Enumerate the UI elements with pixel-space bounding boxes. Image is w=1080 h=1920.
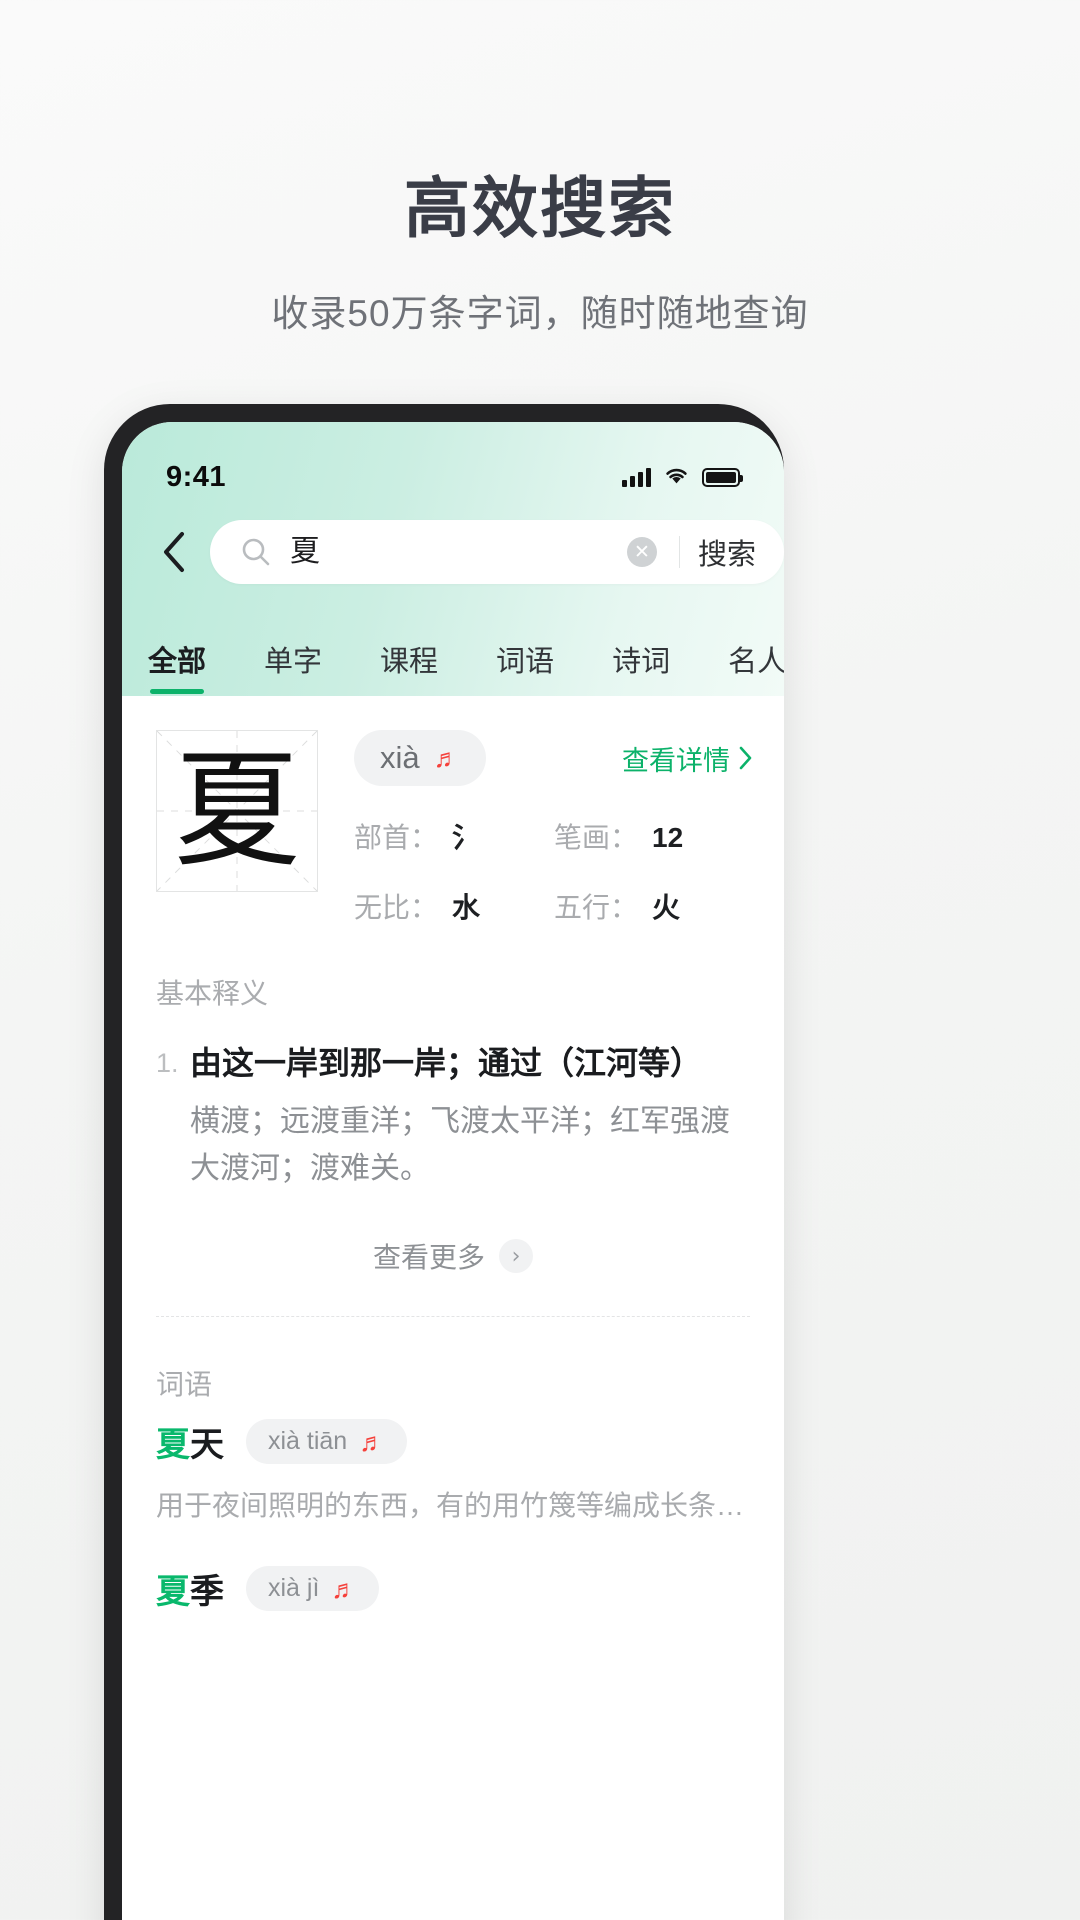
phone-frame: 9:41 夏 ✕ 搜索 全部 单字 课程 词语 诗词 名人 夏 xià ♬ 查看… [104, 404, 784, 1920]
tab-all[interactable]: 全部 [148, 638, 206, 696]
search-bar: 夏 ✕ 搜索 [122, 510, 784, 610]
chevron-right-icon: › [499, 1239, 533, 1274]
word-pinyin-chip[interactable]: xià jì ♬ [246, 1566, 380, 1612]
definition-item: 1. 由这一岸到那一岸；通过（江河等） 横渡；远渡重洋；飞渡太平洋；红军强渡大渡… [122, 1012, 784, 1192]
attribute-label: 部首： [354, 822, 439, 853]
attribute-value: 水 [452, 892, 481, 923]
definition-body: 由这一岸到那一岸；通过（江河等） 横渡；远渡重洋；飞渡太平洋；红军强渡大渡河；渡… [190, 1042, 750, 1192]
view-more-label: 查看更多 [372, 1242, 485, 1274]
search-icon [240, 536, 272, 568]
attribute-value: 氵 [452, 822, 481, 853]
page-title: 高效搜索 [404, 171, 676, 245]
attribute-wuxing: 五行： 火 [554, 886, 754, 926]
view-detail-link[interactable]: 查看详情 [622, 739, 754, 778]
attribute-label: 五行： [554, 892, 639, 923]
word-text: 夏天 [156, 1417, 224, 1466]
character-grid-box: 夏 [156, 730, 318, 892]
speaker-icon[interactable]: ♬ [331, 1576, 357, 1602]
search-results: 夏 xià ♬ 查看详情 部首： 氵 笔画： 12 无比： 水 五行： 火 基本… [122, 696, 784, 1616]
search-submit-button[interactable]: 搜索 [698, 531, 770, 573]
word-pinyin-text: xià tiān [268, 1427, 348, 1456]
definition-number: 1. [156, 1048, 179, 1078]
words-section-title: 词语 [156, 1369, 213, 1401]
character-info: xià ♬ 查看详情 部首： 氵 笔画： 12 无比： 水 五行： 火 [318, 730, 754, 926]
word-highlight: 夏 [156, 1573, 190, 1612]
attribute-wubi: 无比： 水 [354, 886, 554, 926]
search-divider [678, 536, 680, 568]
character-glyph: 夏 [174, 737, 300, 884]
attribute-value: 火 [652, 892, 681, 923]
pinyin-text: xià [380, 740, 420, 775]
word-description: 用于夜间照明的东西，有的用竹篾等编成长条，有… [156, 1490, 750, 1522]
word-text: 夏季 [156, 1564, 224, 1613]
tab-quotes[interactable]: 名人名言 [728, 638, 784, 696]
tab-poetry[interactable]: 诗词 [612, 638, 670, 696]
page-subtitle: 收录50万条字词，随时随地查询 [271, 292, 809, 334]
character-info-top: xià ♬ 查看详情 [354, 730, 754, 786]
word-header: 夏季 xià jì ♬ [156, 1550, 750, 1613]
view-more-button[interactable]: 查看更多 › [122, 1192, 784, 1276]
tab-single-char[interactable]: 单字 [264, 638, 322, 696]
attribute-strokes: 笔画： 12 [554, 816, 754, 856]
wifi-icon [663, 465, 690, 490]
list-item[interactable]: 夏季 xià jì ♬ [122, 1524, 784, 1613]
attribute-radical: 部首： 氵 [354, 816, 554, 856]
pinyin-chip[interactable]: xià ♬ [354, 730, 486, 786]
status-bar-indicators [622, 465, 743, 490]
definition-example: 横渡；远渡重洋；飞渡太平洋；红军强渡大渡河；渡难关。 [190, 1105, 730, 1185]
search-input-container[interactable]: 夏 ✕ 搜索 [210, 520, 784, 584]
word-header: 夏天 xià tiān ♬ [156, 1403, 750, 1466]
attribute-label: 笔画： [554, 822, 639, 853]
word-rest: 天 [190, 1426, 224, 1465]
character-attributes: 部首： 氵 笔画： 12 无比： 水 五行： 火 [354, 816, 754, 926]
word-rest: 季 [190, 1573, 224, 1612]
attribute-label: 无比： [354, 892, 439, 923]
word-pinyin-text: xià jì [268, 1574, 320, 1603]
status-bar: 9:41 [122, 422, 784, 510]
category-tabs: 全部 单字 课程 词语 诗词 名人名言 [122, 610, 784, 696]
status-bar-time: 9:41 [166, 460, 227, 493]
tab-course[interactable]: 课程 [380, 638, 438, 696]
word-pinyin-chip[interactable]: xià tiān ♬ [246, 1419, 408, 1465]
promo-header: 高效搜索 收录50万条字词，随时随地查询 [0, 0, 1080, 337]
back-button[interactable] [146, 524, 202, 580]
definition-text: 由这一岸到那一岸；通过（江河等） [190, 1045, 703, 1081]
speaker-icon[interactable]: ♬ [359, 1429, 385, 1455]
battery-full-icon [702, 467, 743, 487]
chevron-right-icon [739, 746, 752, 770]
speaker-icon[interactable]: ♬ [434, 745, 460, 771]
word-highlight: 夏 [156, 1426, 190, 1465]
list-item[interactable]: 夏天 xià tiān ♬ 用于夜间照明的东西，有的用竹篾等编成长条，有… [122, 1403, 784, 1524]
tab-words[interactable]: 词语 [496, 638, 554, 696]
attribute-value: 12 [652, 822, 684, 853]
phone-screen: 9:41 夏 ✕ 搜索 全部 单字 课程 词语 诗词 名人 夏 xià ♬ 查看… [122, 422, 784, 1920]
clear-icon[interactable]: ✕ [626, 537, 657, 567]
cellular-bars-icon [622, 467, 651, 487]
character-card: 夏 xià ♬ 查看详情 部首： 氵 笔画： 12 无比： 水 五行： 火 [122, 696, 784, 926]
chevron-left-icon [164, 532, 184, 572]
definition-section-title: 基本释义 [156, 978, 269, 1009]
app-header: 9:41 夏 ✕ 搜索 全部 单字 课程 词语 诗词 名人 [122, 422, 784, 696]
search-input[interactable]: 夏 [290, 520, 627, 584]
view-detail-label: 查看详情 [622, 745, 730, 776]
